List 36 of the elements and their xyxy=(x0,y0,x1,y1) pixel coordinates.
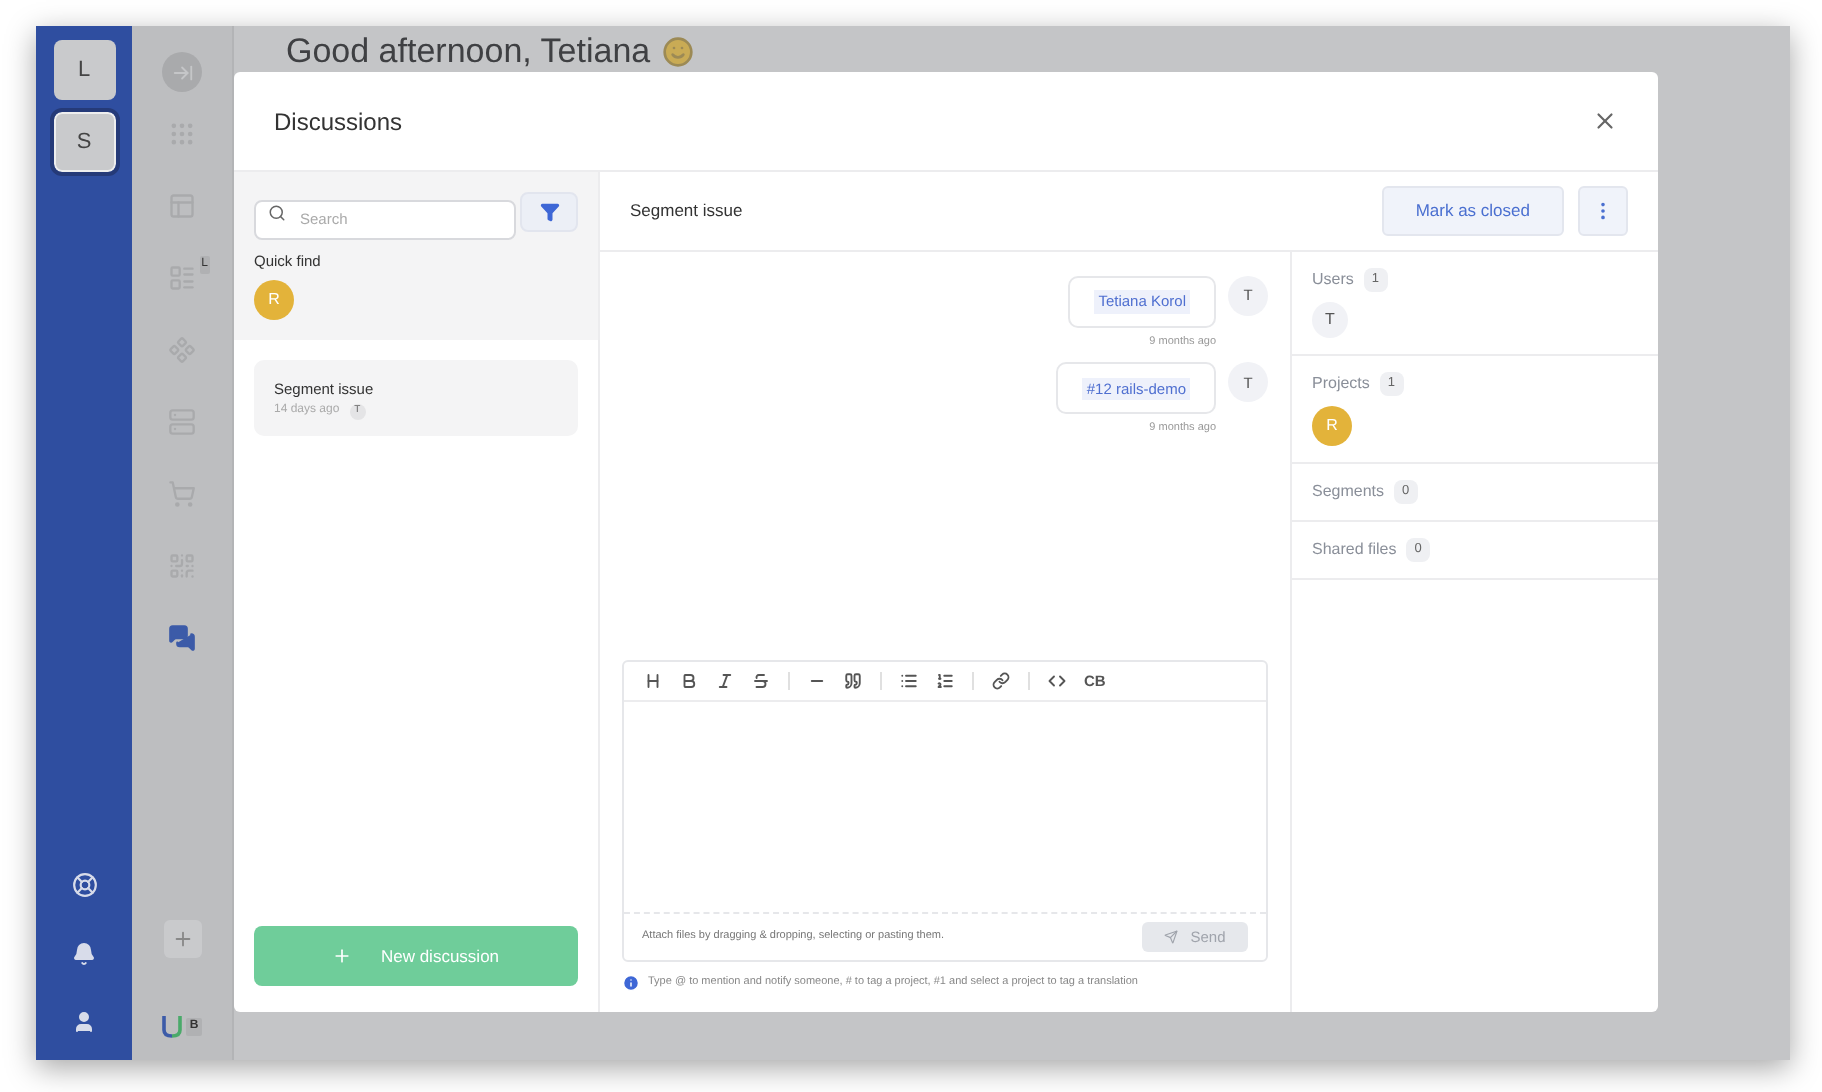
close-button[interactable] xyxy=(1592,108,1618,134)
filter-icon xyxy=(539,202,559,222)
numbered-list-icon[interactable] xyxy=(936,672,954,690)
italic-icon[interactable] xyxy=(716,672,734,690)
user-icon[interactable] xyxy=(72,1010,96,1034)
section-title: Users xyxy=(1312,268,1354,292)
avatar: T xyxy=(1312,302,1348,338)
logo-icon xyxy=(161,1014,182,1038)
strikethrough-icon[interactable] xyxy=(752,672,770,690)
dialog-title: Discussions xyxy=(274,105,403,139)
bullet-list-icon[interactable] xyxy=(900,672,918,690)
bell-icon[interactable] xyxy=(72,942,96,966)
section-title: Projects xyxy=(1312,372,1370,396)
thread-title: Segment issue xyxy=(630,198,743,224)
avatar: R xyxy=(254,280,294,321)
info-icon xyxy=(622,974,640,992)
chat-icon[interactable] xyxy=(168,624,196,652)
workspace-button[interactable]: L xyxy=(53,40,115,100)
plus-icon xyxy=(171,928,193,950)
quote-icon[interactable] xyxy=(844,672,862,690)
emoji-icon xyxy=(662,36,695,68)
bold-icon[interactable] xyxy=(680,672,698,690)
workspace-button[interactable]: S xyxy=(53,112,115,172)
mark-as-closed-button[interactable]: Mark as closed xyxy=(1381,186,1564,236)
send-icon xyxy=(1164,930,1179,944)
section-title: Segments xyxy=(1312,480,1385,504)
help-icon[interactable] xyxy=(71,872,97,898)
code-icon[interactable] xyxy=(1048,672,1066,690)
section-title: Shared files xyxy=(1312,538,1397,562)
search-icon xyxy=(268,203,286,221)
plus-icon xyxy=(332,946,353,966)
greeting: Good afternoon, Tetiana xyxy=(286,32,651,72)
heading-icon[interactable] xyxy=(644,672,662,690)
link-icon[interactable] xyxy=(992,672,1010,690)
avatar: R xyxy=(1312,406,1352,446)
filter-button[interactable] xyxy=(520,192,578,232)
